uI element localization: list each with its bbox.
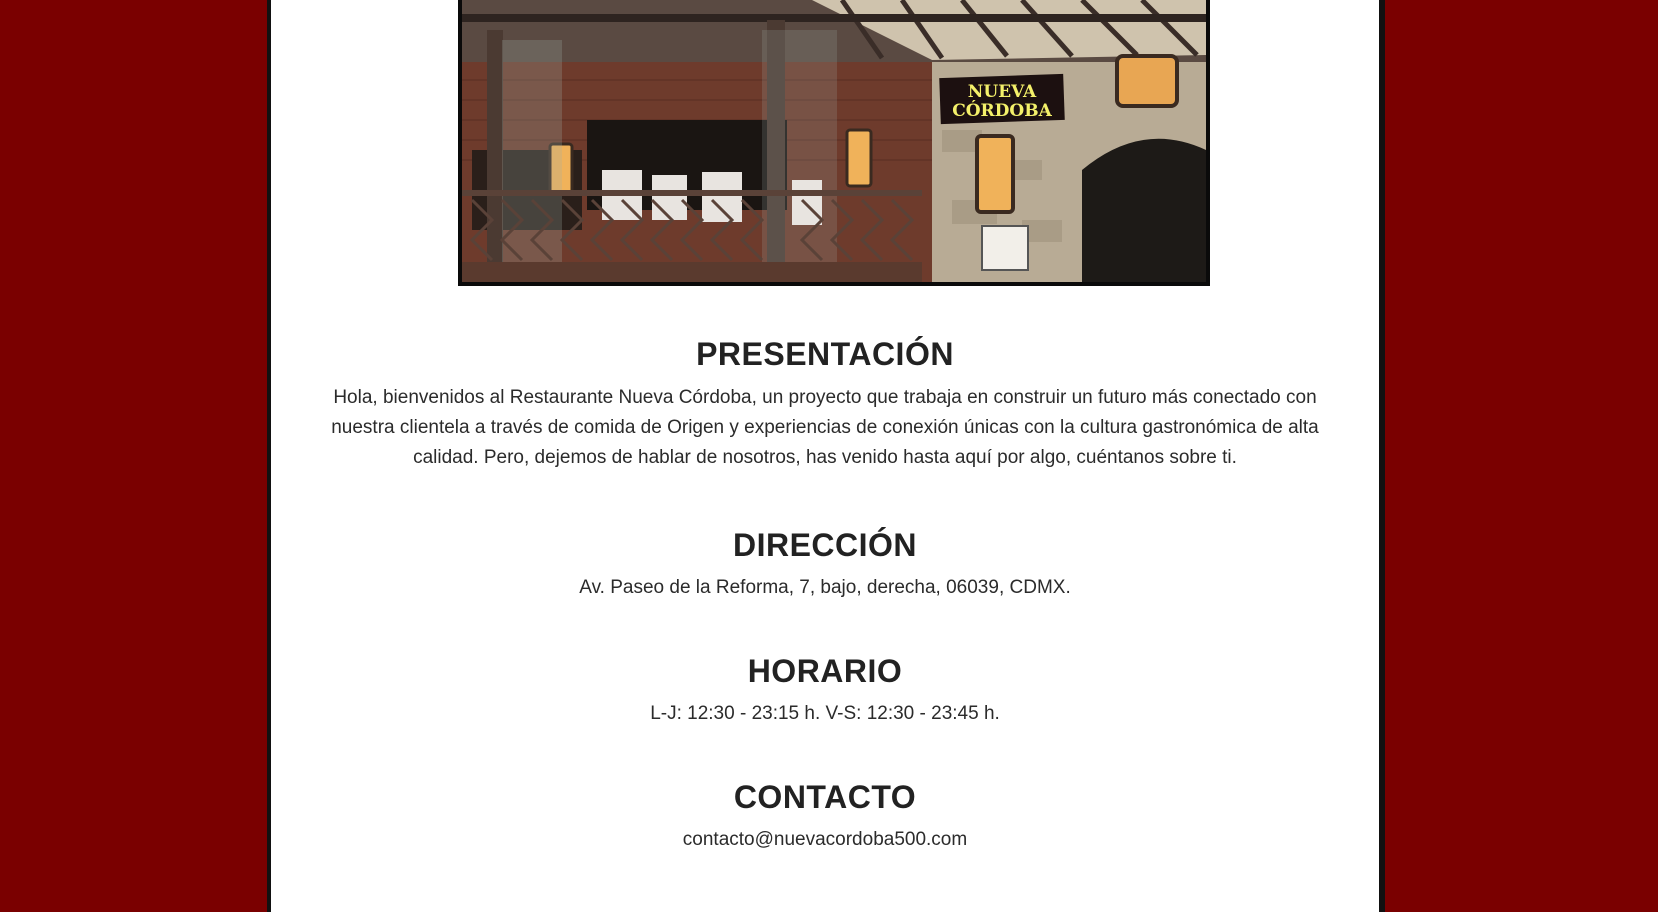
presentation-text: Hola, bienvenidos al Restaurante Nueva C… bbox=[331, 387, 1319, 468]
address-title: DIRECCIÓN bbox=[732, 527, 918, 563]
contact-title: CONTACTO bbox=[733, 779, 917, 815]
sign-line2: CÓRDOBA bbox=[952, 100, 1052, 121]
restaurant-facade-image: NUEVA CÓRDOBA bbox=[458, 0, 1210, 286]
presentation-section: PRESENTACIÓN Hola, bienvenidos al Restau… bbox=[271, 336, 1379, 473]
address-text: Av. Paseo de la Reforma, 7, bajo, derech… bbox=[579, 577, 1071, 598]
contact-section: CONTACTO contacto@nuevacordoba500.com bbox=[271, 779, 1379, 855]
schedule-text: L-J: 12:30 - 23:15 h. V-S: 12:30 - 23:45… bbox=[650, 703, 1000, 724]
schedule-section: HORARIO L-J: 12:30 - 23:15 h. V-S: 12:30… bbox=[271, 653, 1379, 729]
facade-illustration: NUEVA CÓRDOBA bbox=[462, 0, 1206, 282]
contact-email[interactable]: contacto@nuevacordoba500.com bbox=[271, 825, 1379, 855]
content-panel: NUEVA CÓRDOBA PRESENTACIÓN Hola, bienven… bbox=[267, 0, 1385, 912]
address-section: DIRECCIÓN Av. Paseo de la Reforma, 7, ba… bbox=[271, 527, 1379, 603]
sign-line1: NUEVA bbox=[968, 82, 1037, 102]
presentation-title: PRESENTACIÓN bbox=[696, 336, 954, 372]
schedule-title: HORARIO bbox=[747, 653, 903, 689]
